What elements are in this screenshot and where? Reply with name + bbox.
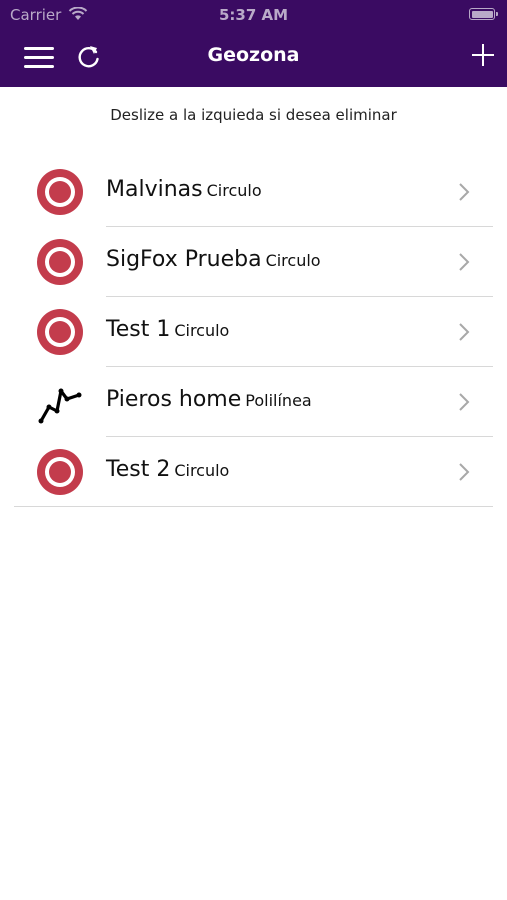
add-geozone-button[interactable] xyxy=(472,44,494,66)
list-item[interactable]: Test 1 Circulo xyxy=(0,297,507,367)
geozone-name: Test 1 xyxy=(106,317,171,342)
status-bar: Carrier 5:37 AM xyxy=(0,0,507,30)
geozone-name: Malvinas xyxy=(106,177,203,202)
list-item[interactable]: Pieros home Polilínea xyxy=(0,367,507,437)
geozone-name: Pieros home xyxy=(106,387,242,412)
status-time: 5:37 AM xyxy=(218,6,289,24)
battery-icon xyxy=(469,8,498,20)
top-bar: Carrier 5:37 AM Geozona xyxy=(0,0,507,87)
geozone-type: Polilínea xyxy=(245,391,312,410)
circle-geofence-icon xyxy=(37,309,83,355)
chevron-right-icon xyxy=(459,393,470,411)
geozone-type: Circulo xyxy=(174,461,230,480)
page-title: Geozona xyxy=(207,44,300,66)
chevron-right-icon xyxy=(459,323,470,341)
chevron-right-icon xyxy=(459,463,470,481)
swipe-hint: Deslize a la izquieda si desea eliminar xyxy=(110,106,397,124)
polyline-geofence-icon xyxy=(38,388,82,424)
list-item[interactable]: Test 2 Circulo xyxy=(0,437,507,507)
geozone-name: Test 2 xyxy=(106,457,171,482)
geozone-type: Circulo xyxy=(206,181,262,200)
circle-geofence-icon xyxy=(37,239,83,285)
geozone-label: Malvinas Circulo xyxy=(106,177,262,202)
geozone-type: Circulo xyxy=(265,251,321,270)
chevron-right-icon xyxy=(459,253,470,271)
geozone-list: Malvinas Circulo SigFox Prueba Circulo Tes… xyxy=(0,157,507,507)
list-item[interactable]: Malvinas Circulo xyxy=(0,157,507,227)
row-separator xyxy=(14,506,493,507)
circle-geofence-icon xyxy=(37,449,83,495)
geozone-label: Pieros home Polilínea xyxy=(106,387,312,412)
geozone-name: SigFox Prueba xyxy=(106,247,262,272)
nav-bar: Geozona xyxy=(0,30,507,87)
chevron-right-icon xyxy=(459,183,470,201)
geozone-label: Test 2 Circulo xyxy=(106,457,229,482)
circle-geofence-icon xyxy=(37,169,83,215)
list-item[interactable]: SigFox Prueba Circulo xyxy=(0,227,507,297)
geozone-label: SigFox Prueba Circulo xyxy=(106,247,321,272)
geozone-label: Test 1 Circulo xyxy=(106,317,229,342)
geozone-type: Circulo xyxy=(174,321,230,340)
